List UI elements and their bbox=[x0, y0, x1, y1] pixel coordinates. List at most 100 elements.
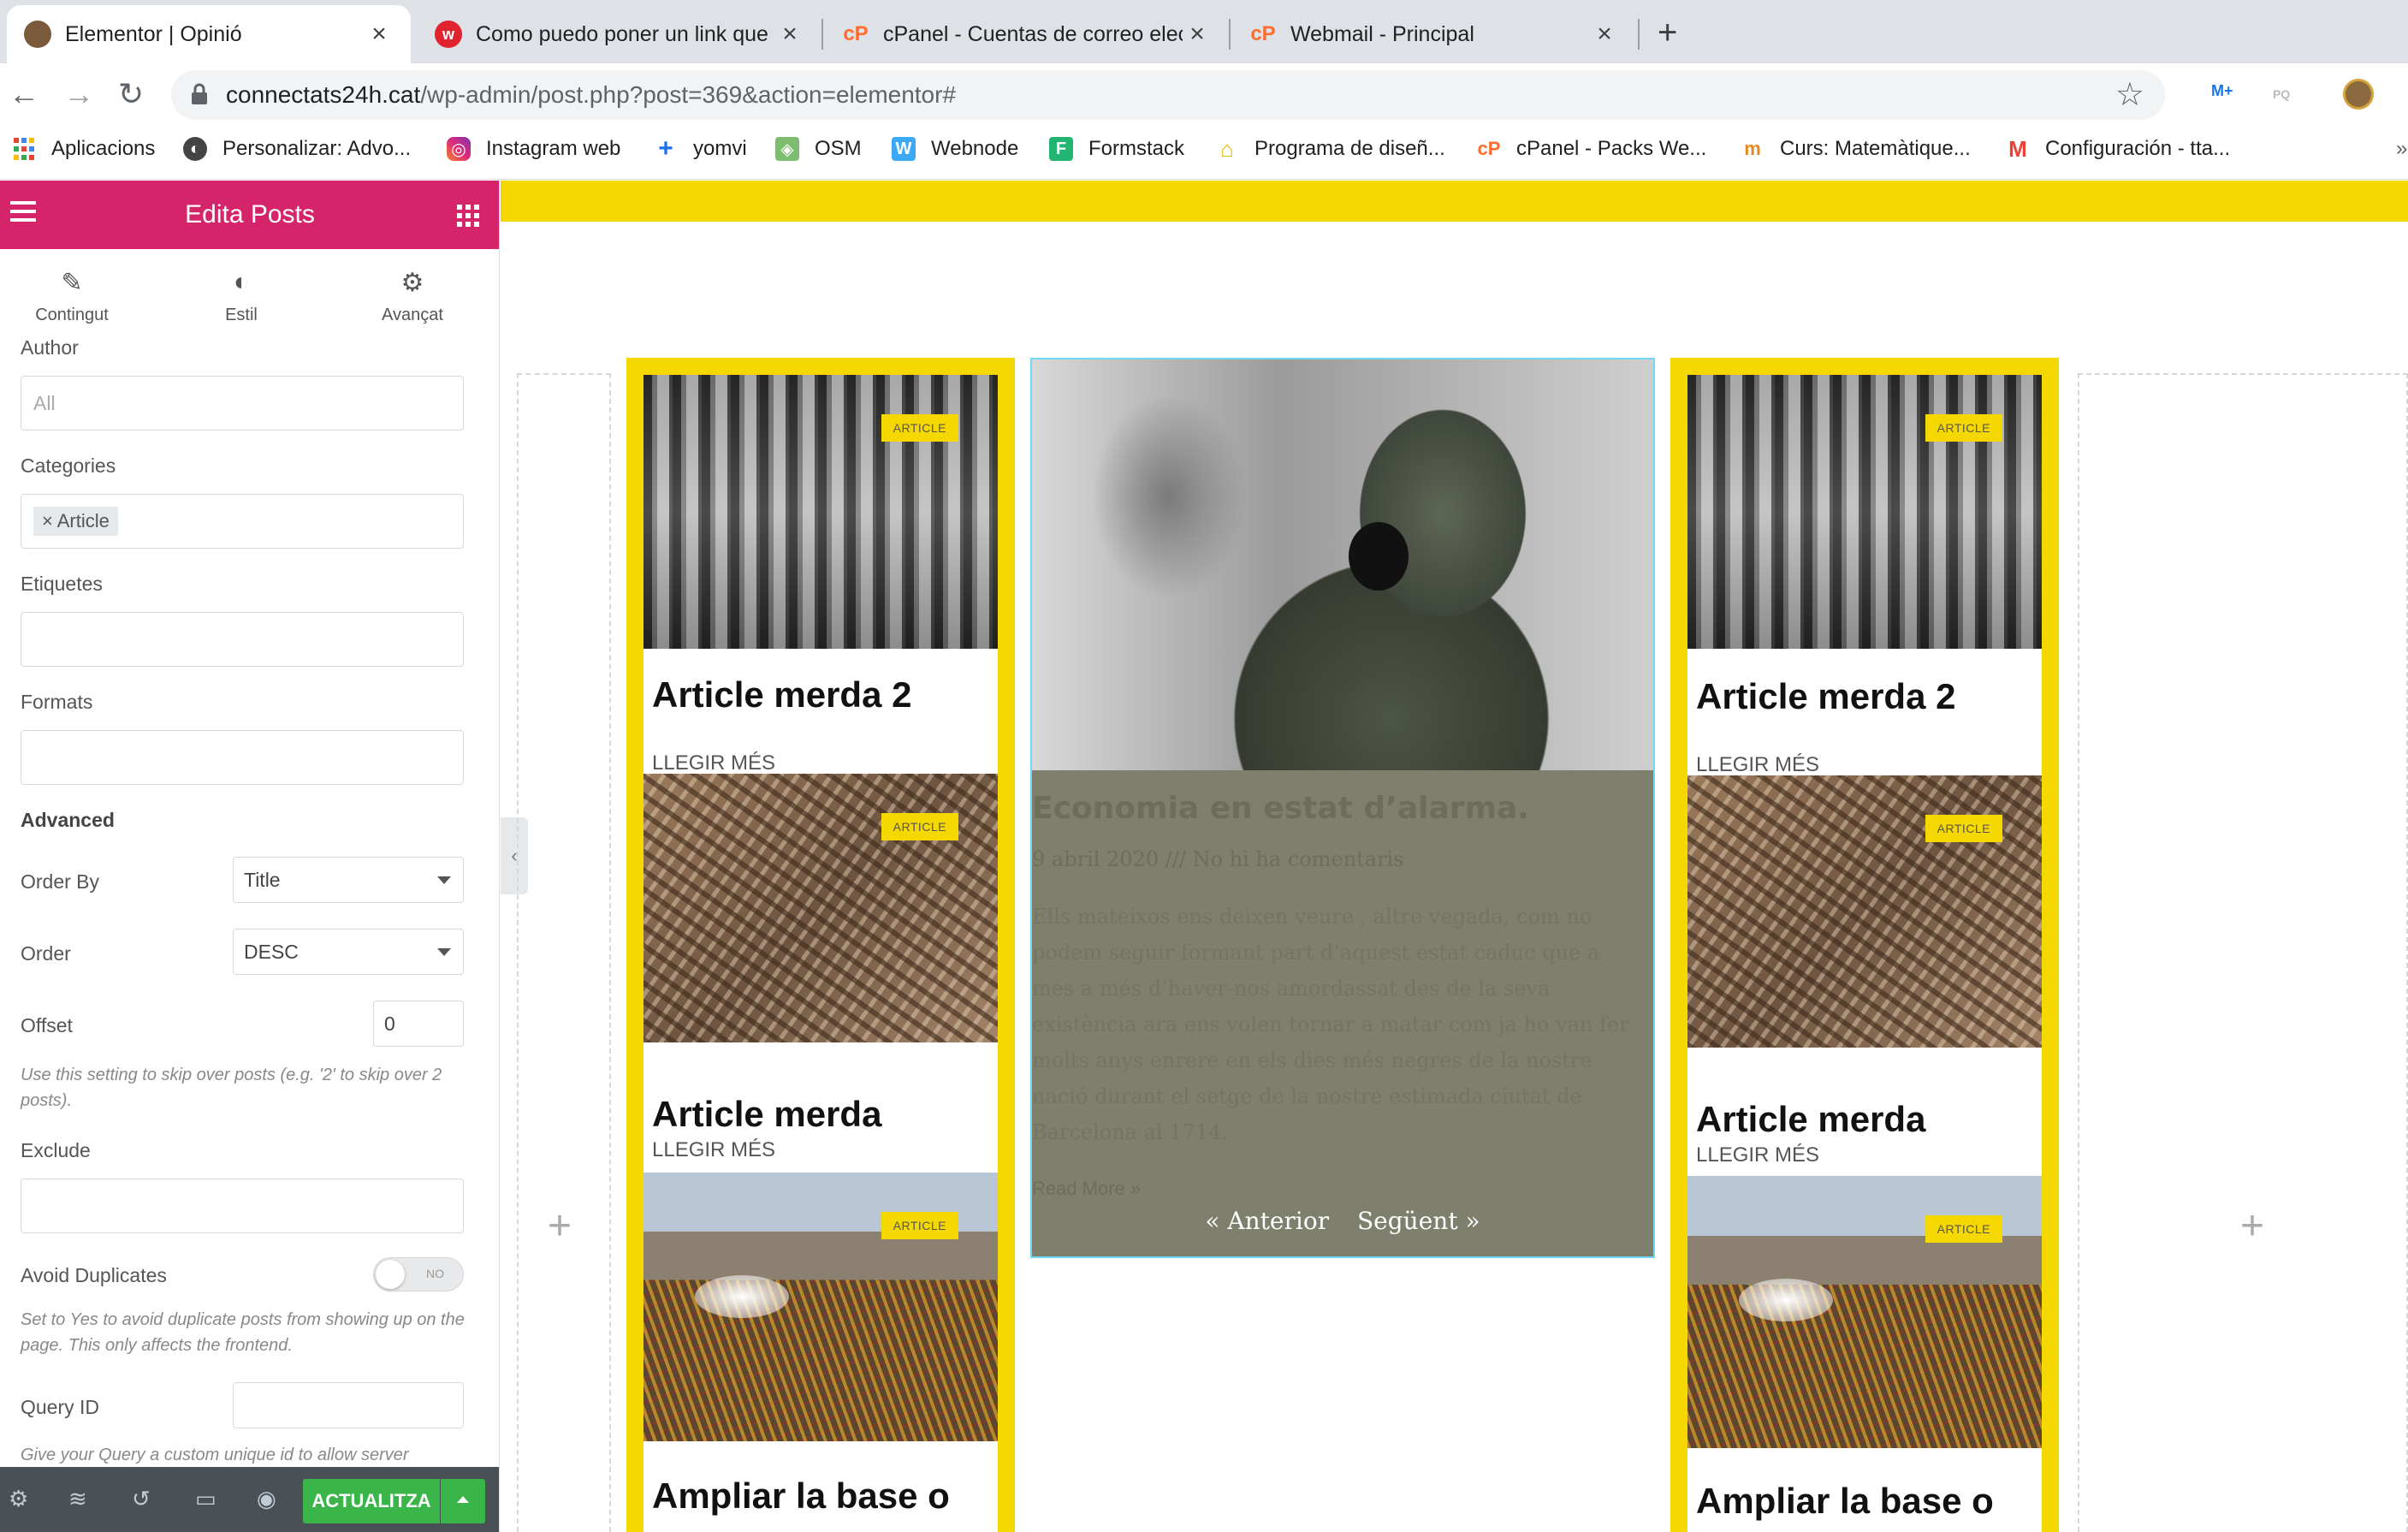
post-card[interactable]: ARTICLE Article merda 2 LLEGIR MÉS bbox=[1687, 375, 2042, 775]
pagination-next[interactable]: Següent » bbox=[1357, 1207, 1480, 1235]
featured-thumbnail[interactable] bbox=[1032, 359, 1653, 770]
bookmark-aplicacions[interactable]: Aplicacions bbox=[12, 137, 155, 161]
tab-advanced[interactable]: ⚙ Avançat bbox=[344, 268, 481, 325]
responsive-icon[interactable]: ▭ bbox=[195, 1486, 216, 1512]
preview-eye-icon[interactable]: ◉ bbox=[257, 1486, 276, 1512]
navigator-icon[interactable]: ≋ bbox=[68, 1486, 87, 1512]
post-card[interactable]: ARTICLE Ampliar la base o bbox=[644, 1173, 998, 1532]
bookmark-configuracion[interactable]: M Configuración - tta... bbox=[2006, 136, 2231, 162]
categories-label: Categories bbox=[21, 454, 116, 477]
bookmark-formstack[interactable]: F Formstack bbox=[1049, 137, 1184, 161]
back-icon[interactable]: ← bbox=[9, 77, 39, 111]
featured-read-more-link[interactable]: Read More » bbox=[1032, 1178, 1141, 1200]
post-card[interactable]: ARTICLE Article merda bbox=[1687, 775, 2042, 1176]
close-tab-icon[interactable]: × bbox=[775, 20, 804, 49]
add-widget-left-icon[interactable]: + bbox=[548, 1202, 572, 1250]
formstack-icon: F bbox=[1049, 137, 1073, 161]
order-select[interactable]: DESC bbox=[233, 929, 464, 975]
post-card[interactable]: ARTICLE Article merda 2 LLEGIR MÉS bbox=[644, 375, 998, 774]
plus-icon: + bbox=[658, 134, 673, 163]
close-tab-icon[interactable]: × bbox=[1183, 20, 1212, 49]
bookmarks-overflow-icon[interactable]: » bbox=[2396, 137, 2407, 161]
post-title[interactable]: Article merda bbox=[652, 1094, 881, 1135]
posts-column-left: ARTICLE Article merda 2 LLEGIR MÉS ARTIC… bbox=[626, 358, 1015, 1532]
category-tag[interactable]: × Article bbox=[33, 507, 118, 536]
bookmark-osm[interactable]: ◈ OSM bbox=[775, 137, 862, 161]
tab-content[interactable]: ✎ Contingut bbox=[3, 268, 140, 325]
bookmark-personalizar[interactable]: ◐ Personalizar: Advo... bbox=[183, 137, 411, 161]
close-tab-icon[interactable]: × bbox=[365, 20, 394, 49]
post-title[interactable]: Article merda 2 bbox=[1696, 676, 1955, 717]
add-widget-right-icon[interactable]: + bbox=[2240, 1202, 2264, 1250]
gear-icon: ⚙ bbox=[400, 269, 424, 297]
pagination-previous[interactable]: « Anterior bbox=[1205, 1207, 1329, 1235]
post-title[interactable]: Ampliar la base o bbox=[652, 1476, 950, 1517]
forward-icon[interactable]: → bbox=[63, 77, 94, 111]
formats-select[interactable] bbox=[21, 730, 464, 785]
bookmark-label: Configuración - tta... bbox=[2045, 137, 2231, 160]
post-title[interactable]: Ampliar la base o bbox=[1696, 1481, 1994, 1522]
cpanel-favicon-icon: cP bbox=[843, 22, 869, 45]
extension-icon[interactable]: PQ bbox=[2273, 87, 2290, 101]
tab-webmail[interactable]: cP Webmail - Principal × bbox=[1232, 5, 1636, 63]
empty-column-right[interactable] bbox=[2078, 373, 2408, 1532]
avoid-duplicates-toggle[interactable]: NO bbox=[373, 1257, 464, 1292]
bookmark-instagram[interactable]: ◎ Instagram web bbox=[447, 137, 620, 161]
exclude-label: Exclude bbox=[21, 1139, 91, 1161]
tab-label: Estil bbox=[225, 306, 258, 324]
featured-post[interactable]: Economia en estat d’alarma. 9 abril 2020… bbox=[1030, 358, 1655, 1258]
reload-icon[interactable]: ↻ bbox=[118, 77, 144, 111]
post-title[interactable]: Article merda 2 bbox=[652, 674, 911, 716]
menu-icon[interactable] bbox=[10, 201, 36, 222]
offset-input[interactable]: 0 bbox=[373, 1001, 464, 1047]
instagram-icon: ◎ bbox=[447, 137, 471, 161]
tab-label: Avançat bbox=[382, 306, 443, 324]
save-options-button[interactable] bbox=[441, 1479, 485, 1523]
tab-elementor[interactable]: Elementor | Opinió × bbox=[7, 5, 411, 63]
settings-icon[interactable]: ⚙ bbox=[9, 1486, 28, 1512]
tab-style[interactable]: ◐ Estil bbox=[173, 268, 310, 325]
author-select[interactable]: All bbox=[21, 376, 464, 431]
bookmark-star-icon[interactable]: ☆ bbox=[2115, 75, 2144, 114]
categories-select[interactable]: × Article bbox=[21, 494, 464, 549]
read-more-link[interactable]: LLEGIR MÉS bbox=[1696, 1143, 1819, 1167]
featured-meta: 9 abril 2020 /// No hi ha comentaris bbox=[1032, 847, 1404, 871]
update-button[interactable]: ACTUALITZA bbox=[303, 1479, 440, 1523]
tab-como-puedo[interactable]: w Como puedo poner un link que le × bbox=[418, 5, 821, 63]
post-title[interactable]: Article merda bbox=[1696, 1099, 1925, 1140]
read-more-link[interactable]: LLEGIR MÉS bbox=[652, 751, 775, 774]
bookmark-programa[interactable]: ⌂ Programa de diseñ... bbox=[1215, 136, 1445, 162]
tab-title: Como puedo poner un link que le bbox=[476, 21, 775, 46]
avoid-duplicates-label: Avoid Duplicates bbox=[21, 1264, 167, 1286]
bookmark-cpanel[interactable]: cP cPanel - Packs We... bbox=[1477, 137, 1707, 161]
advanced-heading: Advanced bbox=[21, 809, 115, 831]
query-id-label: Query ID bbox=[21, 1396, 100, 1418]
bookmark-curs[interactable]: m Curs: Matemàtique... bbox=[1741, 137, 1971, 161]
read-more-link[interactable]: LLEGIR MÉS bbox=[652, 1138, 775, 1162]
widgets-grid-icon[interactable] bbox=[457, 205, 479, 227]
bookmark-yomvi[interactable]: + yomvi bbox=[654, 134, 746, 163]
header-yellow-bar bbox=[501, 181, 2408, 222]
extension-icon[interactable]: M+ bbox=[2211, 82, 2233, 100]
order-by-select[interactable]: Title bbox=[233, 857, 464, 903]
tags-label: Etiquetes bbox=[21, 573, 103, 595]
elementor-panel: Edita Posts ✎ Contingut ◐ Estil ⚙ Avança… bbox=[0, 181, 500, 1532]
tab-cpanel[interactable]: cP cPanel - Cuentas de correo electr × bbox=[825, 5, 1229, 63]
url-field[interactable]: connectats24h.cat/wp-admin/post.php?post… bbox=[171, 70, 2165, 120]
profile-avatar[interactable] bbox=[2343, 79, 2374, 110]
exclude-select[interactable] bbox=[21, 1179, 464, 1233]
tab-separator bbox=[1638, 19, 1640, 50]
bookmark-webnode[interactable]: W Webnode bbox=[892, 137, 1018, 161]
read-more-link[interactable]: LLEGIR MÉS bbox=[1696, 753, 1819, 775]
history-icon[interactable]: ↺ bbox=[132, 1486, 151, 1512]
query-id-input[interactable] bbox=[233, 1382, 464, 1428]
close-tab-icon[interactable]: × bbox=[1590, 20, 1619, 49]
remove-tag-icon[interactable]: × bbox=[42, 510, 57, 531]
empty-column-left[interactable] bbox=[517, 373, 611, 1532]
tab-label: Contingut bbox=[35, 306, 109, 324]
featured-title[interactable]: Economia en estat d’alarma. bbox=[1032, 791, 1529, 826]
post-card[interactable]: ARTICLE Ampliar la base o bbox=[1687, 1176, 2042, 1532]
tags-select[interactable] bbox=[21, 612, 464, 667]
new-tab-icon[interactable]: + bbox=[1658, 15, 1677, 50]
post-card[interactable]: ARTICLE Article merda bbox=[644, 774, 998, 1173]
